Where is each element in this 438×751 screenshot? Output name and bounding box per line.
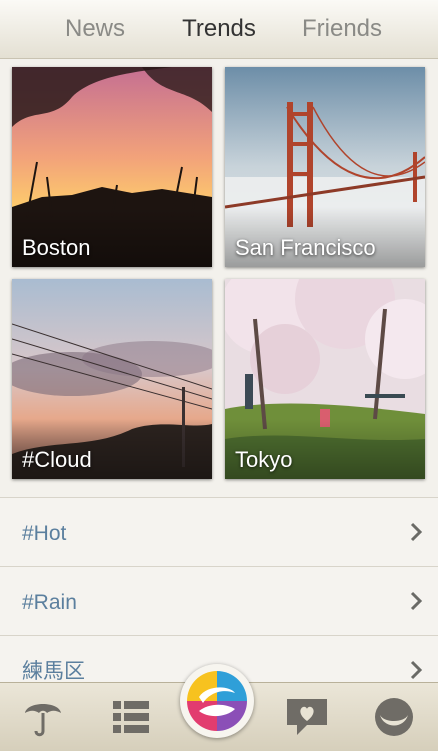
face-icon bbox=[375, 698, 413, 736]
tab-trends[interactable]: Trends bbox=[154, 0, 284, 58]
chat-heart-icon bbox=[287, 699, 327, 735]
profile-button[interactable] bbox=[364, 683, 424, 751]
tile-caption: Boston bbox=[22, 235, 91, 260]
weather-button[interactable] bbox=[13, 683, 73, 751]
top-tab-bar: News Trends Friends bbox=[0, 0, 438, 59]
tile-caption: San Francisco bbox=[235, 235, 376, 260]
chevron-right-icon bbox=[410, 522, 423, 542]
tab-news[interactable]: News bbox=[30, 0, 160, 58]
list-item-label: #Hot bbox=[22, 522, 67, 545]
trend-tile-cloud[interactable]: #Cloud bbox=[12, 279, 212, 479]
trend-tile-san-francisco[interactable]: San Francisco bbox=[225, 67, 425, 267]
trend-tile-boston[interactable]: Boston bbox=[12, 67, 212, 267]
list-item-rain[interactable]: #Rain bbox=[0, 566, 438, 635]
app-logo-icon bbox=[187, 671, 247, 731]
list-item-label: #Rain bbox=[22, 591, 77, 614]
list-icon bbox=[113, 701, 149, 733]
chevron-right-icon bbox=[410, 591, 423, 611]
list-item-hot[interactable]: #Hot bbox=[0, 497, 438, 566]
tile-caption: #Cloud bbox=[22, 447, 92, 472]
messages-button[interactable] bbox=[277, 683, 337, 751]
umbrella-icon bbox=[25, 704, 61, 737]
app-logo-button[interactable] bbox=[180, 664, 254, 738]
list-view-button[interactable] bbox=[101, 683, 161, 751]
chevron-right-icon bbox=[410, 660, 423, 680]
trend-tile-tokyo[interactable]: Tokyo bbox=[225, 279, 425, 479]
tab-friends[interactable]: Friends bbox=[276, 0, 408, 58]
tile-caption: Tokyo bbox=[235, 447, 293, 472]
